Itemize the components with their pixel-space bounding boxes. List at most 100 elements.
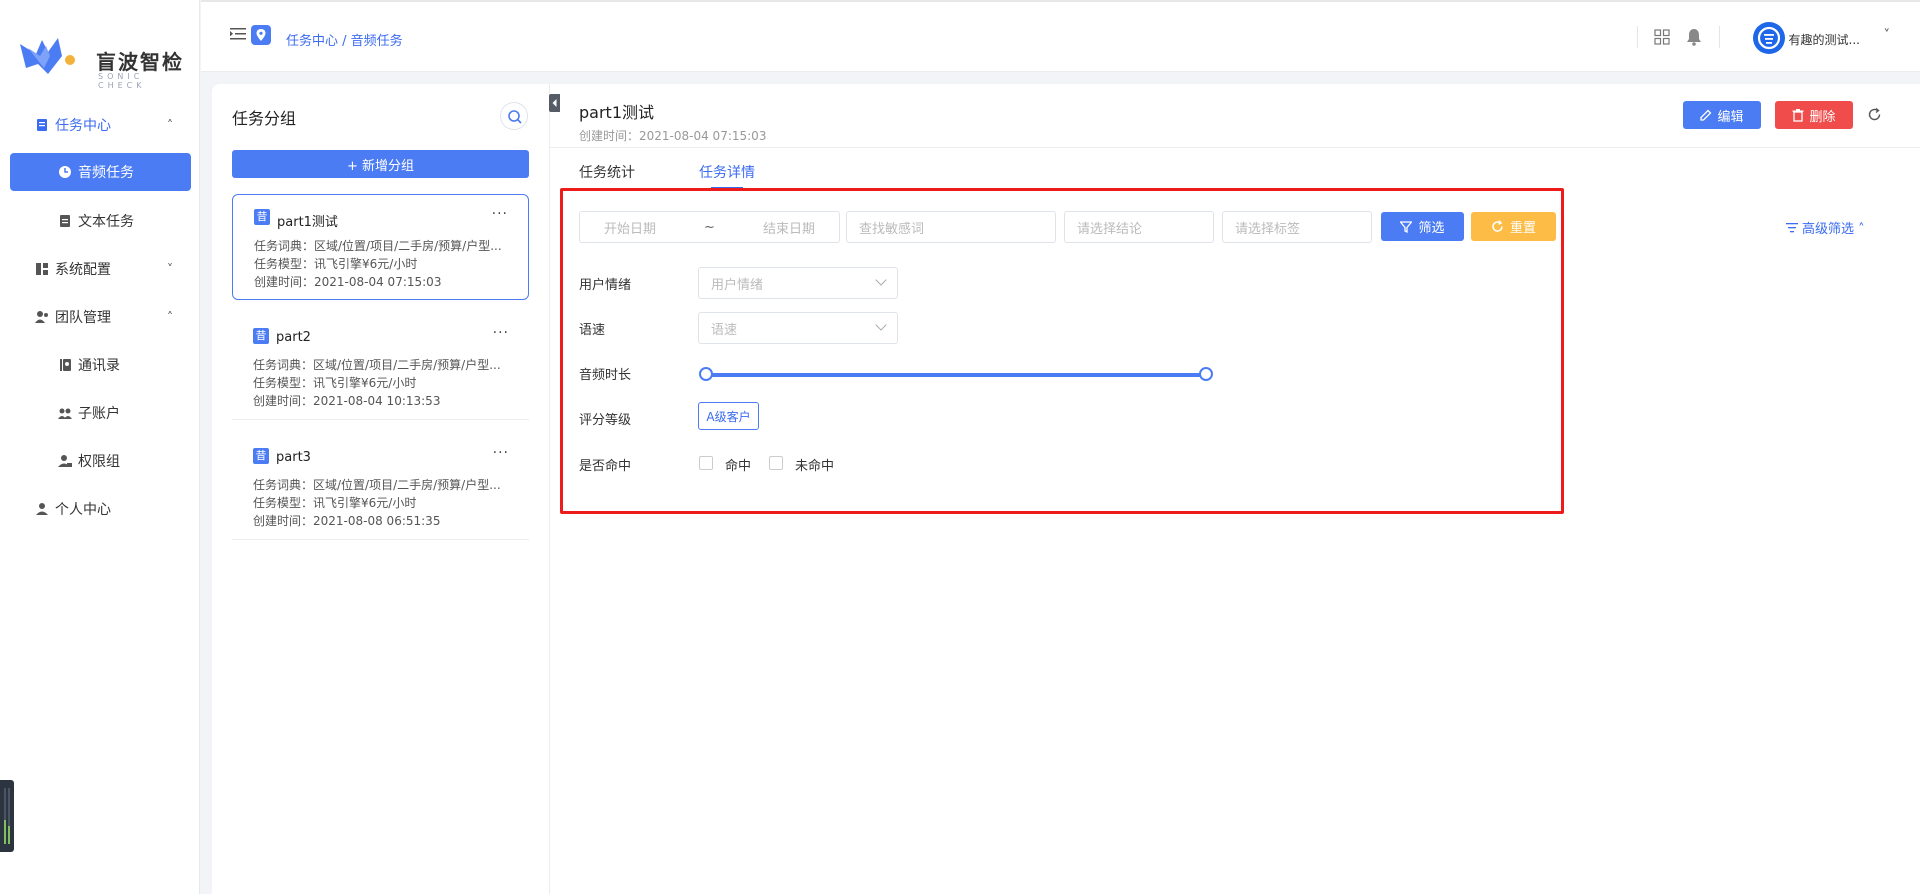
bell-icon[interactable]	[1686, 28, 1702, 46]
emotion-select[interactable]: 用户情绪	[698, 267, 898, 299]
chevron-down-icon	[875, 319, 887, 331]
date-separator: ~	[704, 219, 715, 235]
group-created-time: 创建时间：2021-08-08 06:51:35	[253, 514, 441, 528]
pencil-icon	[1700, 109, 1712, 121]
file-icon	[60, 215, 70, 227]
conclusion-select[interactable]: 请选择结论	[1064, 211, 1214, 243]
start-date-input[interactable]: 开始日期	[604, 218, 656, 237]
date-range-picker[interactable]: 开始日期 ~ 结束日期	[579, 211, 840, 243]
group-created-time: 创建时间：2021-08-04 10:13:53	[253, 394, 441, 408]
sidebar-item-label: 通讯录	[78, 358, 120, 374]
sidebar-item-system-config[interactable]: 系统配置 ˅	[10, 250, 191, 288]
divider	[1719, 26, 1720, 48]
group-created-time: 创建时间：2021-08-04 07:15:03	[254, 275, 442, 289]
panel-title: 任务分组	[232, 109, 297, 128]
duration-slider-track[interactable]	[706, 373, 1206, 377]
task-created-time: 创建时间：2021-08-04 07:15:03	[579, 129, 767, 143]
tab-task-details[interactable]: 任务详情	[699, 162, 755, 182]
sidebar-item-team-management[interactable]: 团队管理 ˄	[10, 298, 191, 336]
refresh-icon	[1492, 220, 1503, 232]
advanced-filter-toggle[interactable]: 高级筛选 ˄	[1786, 218, 1865, 237]
hit-option-label: 命中	[725, 459, 752, 474]
sidebar-item-contacts[interactable]: 通讯录	[10, 346, 191, 384]
logo: 盲波智检 SONIC CHECK	[18, 34, 188, 90]
chevron-up-icon: ˄	[167, 310, 173, 324]
tag-select[interactable]: 请选择标签	[1222, 211, 1372, 243]
caret-left-icon	[552, 99, 557, 107]
sidebar-item-personal-center[interactable]: 个人中心	[10, 490, 191, 528]
slider-handle-min[interactable]	[699, 367, 713, 381]
divider	[550, 147, 1920, 148]
group-dictionary: 任务词典：区域/位置/项目/二手房/预算/户型...	[253, 478, 501, 492]
miss-checkbox[interactable]	[769, 456, 783, 470]
clock-icon	[59, 166, 71, 178]
sidebar-item-permission-groups[interactable]: 权限组	[10, 442, 191, 480]
sidebar-item-label: 权限组	[78, 454, 120, 470]
speed-select[interactable]: 语速	[698, 312, 898, 344]
avatar[interactable]	[1753, 22, 1785, 54]
location-icon[interactable]	[251, 25, 271, 45]
document-icon	[37, 119, 47, 131]
search-button[interactable]	[500, 102, 528, 130]
apps-grid-icon[interactable]	[1654, 29, 1670, 45]
group-dictionary: 任务词典：区域/位置/项目/二手房/预算/户型...	[254, 239, 502, 253]
funnel-icon	[1400, 220, 1413, 233]
group-badge-icon: 昔	[254, 209, 270, 225]
miss-option-label: 未命中	[795, 459, 835, 474]
edit-button[interactable]: 编辑	[1683, 101, 1761, 129]
more-icon[interactable]: ···	[493, 325, 509, 341]
sidebar-item-text-task[interactable]: 文本任务	[10, 202, 191, 240]
group-model: 任务模型：讯飞引擎¥6元/小时	[254, 257, 418, 271]
hit-checkbox[interactable]	[699, 456, 713, 470]
sidebar-item-task-center[interactable]: 任务中心 ˄	[10, 106, 191, 144]
group-name: part1测试	[277, 215, 338, 230]
filter-button[interactable]: 筛选	[1381, 212, 1464, 241]
group-name: part2	[276, 330, 311, 345]
chevron-down-icon: ˅	[167, 262, 173, 276]
breadcrumb[interactable]: 任务中心 / 音频任务	[286, 30, 403, 49]
user-icon	[36, 503, 48, 515]
group-card[interactable]: 昔 part1测试 ··· 任务词典：区域/位置/项目/二手房/预算/户型...…	[232, 194, 529, 300]
level-bars-icon	[4, 788, 10, 844]
task-detail-panel: part1测试 创建时间：2021-08-04 07:15:03 编辑 删除 任…	[549, 84, 1920, 894]
group-model: 任务模型：讯飞引擎¥6元/小时	[253, 496, 417, 510]
reset-button[interactable]: 重置	[1471, 212, 1556, 241]
sidebar: 盲波智检 SONIC CHECK 任务中心 ˄ 音频任务 文本任务 系统配置 ˅…	[0, 0, 200, 894]
sidebar-item-sub-accounts[interactable]: 子账户	[10, 394, 191, 432]
trash-icon	[1792, 108, 1804, 122]
grade-tag-a[interactable]: A级客户	[698, 402, 759, 430]
chevron-down-icon	[875, 274, 887, 286]
group-dictionary: 任务词典：区域/位置/项目/二手房/预算/户型...	[253, 358, 501, 372]
group-card[interactable]: 昔 part3 ··· 任务词典：区域/位置/项目/二手房/预算/户型... 任…	[232, 434, 529, 540]
group-card[interactable]: 昔 part2 ··· 任务词典：区域/位置/项目/二手房/预算/户型... 任…	[232, 314, 529, 420]
end-date-input[interactable]: 结束日期	[763, 218, 815, 237]
more-icon[interactable]: ···	[493, 445, 509, 461]
chevron-up-icon: ˄	[167, 118, 173, 132]
group-model: 任务模型：讯飞引擎¥6元/小时	[253, 376, 417, 390]
keyword-search-input[interactable]: 查找敏感词	[846, 211, 1056, 243]
emotion-label: 用户情绪	[579, 278, 632, 293]
slider-handle-max[interactable]	[1199, 367, 1213, 381]
volume-meter-widget[interactable]	[0, 780, 14, 852]
speed-label: 语速	[579, 323, 606, 338]
collapse-panel-handle[interactable]	[549, 94, 560, 112]
sidebar-item-audio-task[interactable]: 音频任务	[10, 153, 191, 191]
group-badge-icon: 昔	[253, 328, 269, 344]
sidebar-item-label: 团队管理	[55, 310, 111, 326]
top-bar: 任务中心 / 音频任务 有趣的测试... ˅	[201, 0, 1920, 72]
add-group-button[interactable]: + 新增分组	[232, 150, 529, 178]
search-icon	[508, 110, 522, 124]
delete-button[interactable]: 删除	[1775, 101, 1853, 129]
sidebar-item-label: 任务中心	[55, 118, 111, 134]
address-book-icon	[60, 359, 71, 371]
user-name[interactable]: 有趣的测试...	[1789, 31, 1860, 48]
more-icon[interactable]: ···	[492, 206, 508, 222]
tab-task-statistics[interactable]: 任务统计	[579, 162, 635, 182]
refresh-icon[interactable]	[1867, 107, 1882, 122]
duration-label: 音频时长	[579, 368, 632, 383]
logo-subtitle: SONIC CHECK	[98, 72, 146, 90]
sidebar-item-label: 个人中心	[55, 502, 111, 518]
task-group-panel: 任务分组 + 新增分组 昔 part1测试 ··· 任务词典：区域/位置/项目/…	[212, 84, 549, 894]
chevron-down-icon[interactable]: ˅	[1884, 28, 1891, 43]
menu-fold-icon[interactable]	[230, 27, 246, 41]
